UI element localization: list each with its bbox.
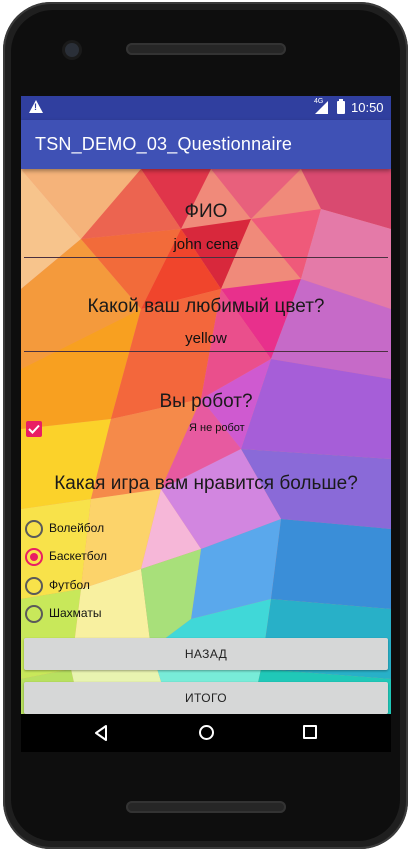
navigation-bar bbox=[21, 714, 391, 752]
name-input[interactable]: john cena bbox=[21, 236, 391, 253]
not-robot-checkbox[interactable] bbox=[26, 421, 42, 437]
signal-icon bbox=[315, 101, 328, 114]
color-input[interactable]: yellow bbox=[21, 330, 391, 347]
recent-apps-icon[interactable] bbox=[303, 725, 317, 739]
radio-button[interactable] bbox=[25, 520, 43, 538]
device-screen: 4G 10:50 TSN_DEMO_03_Questionnaire bbox=[21, 96, 391, 752]
home-icon[interactable] bbox=[199, 725, 214, 740]
questionnaire-form: ФИО john cena Какой ваш любимый цвет? ye… bbox=[21, 169, 391, 714]
not-robot-label[interactable]: Я не робот bbox=[189, 422, 245, 434]
radio-label: Волейбол bbox=[49, 521, 105, 535]
robot-label: Вы робот? bbox=[159, 391, 253, 412]
back-icon[interactable] bbox=[94, 725, 108, 741]
game-label: Какая игра вам нравится больше? bbox=[54, 473, 358, 494]
name-label: ФИО bbox=[184, 201, 228, 222]
checkmark-icon bbox=[28, 424, 40, 434]
radio-button-selected[interactable] bbox=[25, 548, 43, 566]
app-title: TSN_DEMO_03_Questionnaire bbox=[35, 134, 293, 154]
front-camera bbox=[65, 43, 79, 57]
color-label: Какой ваш любимый цвет? bbox=[87, 296, 325, 317]
radio-button[interactable] bbox=[25, 605, 43, 623]
status-bar: 4G 10:50 bbox=[21, 96, 391, 120]
status-time: 10:50 bbox=[351, 100, 384, 115]
radio-button[interactable] bbox=[25, 577, 43, 595]
top-speaker bbox=[126, 43, 286, 55]
color-input-underline bbox=[24, 351, 388, 352]
warning-icon bbox=[29, 100, 43, 113]
app-bar: TSN_DEMO_03_Questionnaire bbox=[21, 120, 391, 169]
radio-label: Баскетбол bbox=[49, 549, 107, 563]
battery-icon bbox=[337, 99, 345, 114]
radio-label: Шахматы bbox=[49, 606, 102, 620]
name-input-underline bbox=[24, 257, 388, 258]
total-button[interactable]: ИТОГО bbox=[24, 682, 388, 714]
bottom-speaker bbox=[126, 801, 286, 813]
radio-label: Футбол bbox=[49, 578, 90, 592]
back-button[interactable]: НАЗАД bbox=[24, 638, 388, 670]
